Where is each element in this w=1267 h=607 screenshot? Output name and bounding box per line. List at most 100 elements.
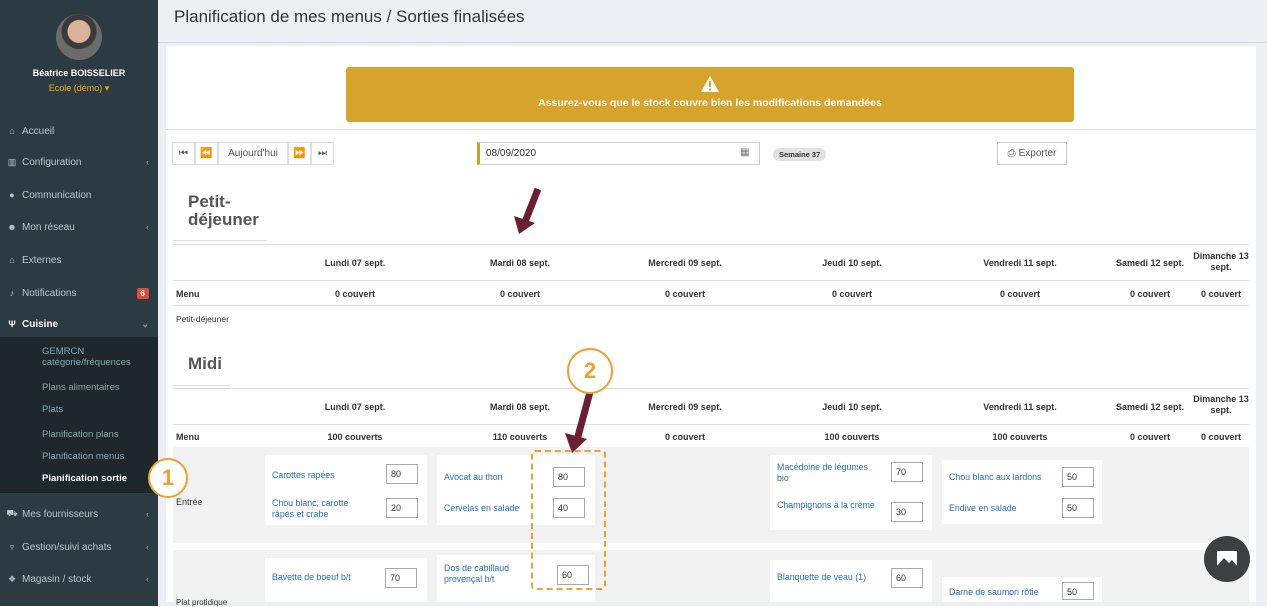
day-header-dimanche: Dimanche 13 sept.: [1193, 251, 1249, 272]
covers-mardi: 0 couvert: [499, 289, 541, 299]
today-button[interactable]: Aujourd'hui: [218, 142, 288, 165]
bank-icon: ▥: [7, 156, 17, 167]
dish-name[interactable]: Avocat au thon: [444, 472, 544, 483]
sidebar-item-accueil[interactable]: ⌂ Accueil: [0, 121, 158, 141]
entree-row-label: Entrée: [176, 497, 203, 507]
day-header-lundi: Lundi 07 sept.: [324, 258, 386, 268]
dish-name[interactable]: Chou blanc aux lardons: [949, 472, 1059, 483]
users-icon: ☻: [7, 222, 17, 232]
submenu-item-plans-alimentaires[interactable]: Plans alimentaires: [42, 382, 154, 393]
covers-lundi: 0 couvert: [334, 289, 376, 299]
submenu-item-planification-sortie[interactable]: Planification sortie: [42, 473, 154, 484]
day-header-vendredi: Vendredi 11 sept.: [983, 258, 1057, 268]
image-icon: [1217, 551, 1237, 566]
chevron-left-icon: ‹: [146, 222, 149, 232]
fast-forward-icon: ⏩: [293, 148, 306, 159]
sidebar-item-communication[interactable]: ● Communication: [0, 185, 158, 205]
dish-name[interactable]: Macédoine de légumes bio: [777, 462, 877, 484]
covers-dimanche: 0 couvert: [1200, 289, 1242, 299]
submenu-item-gemrcn[interactable]: GEMRCN catégorie/fréquences: [42, 346, 154, 368]
sidebar-item-magasin-stock[interactable]: ❖ Magasin / stock ‹: [0, 569, 158, 589]
lunch-section-title: Midi: [188, 354, 222, 373]
bell-icon: ♪: [9, 288, 15, 298]
submenu-item-plats[interactable]: Plats: [42, 404, 154, 415]
chat-icon: ●: [9, 190, 15, 200]
sidebar-item-label: Configuration: [22, 156, 82, 168]
covers-vendredi: 0 couvert: [999, 289, 1041, 299]
cart-icon: ▿: [9, 541, 15, 552]
quantity-field[interactable]: 30: [891, 502, 923, 522]
covers-jeudi: 100 couverts: [824, 432, 880, 442]
date-field[interactable]: 08/09/2020: [477, 142, 760, 165]
sidebar-item-mon-reseau[interactable]: ☻ Mon réseau ‹: [0, 217, 158, 237]
divider: [173, 240, 267, 241]
covers-jeudi: 0 couvert: [831, 289, 873, 299]
dish-name[interactable]: Chou blanc, carotte râpés et crabe: [272, 498, 372, 520]
sidebar-item-notifications[interactable]: ♪ Notifications 6: [0, 283, 158, 303]
dish-name[interactable]: Carottes rapées: [272, 470, 372, 481]
school-dropdown[interactable]: Ecole (démo) ▾: [0, 83, 158, 94]
first-week-button[interactable]: ⏮: [172, 142, 195, 165]
export-button[interactable]: ⎙ Exporter: [997, 142, 1067, 165]
covers-dimanche: 0 couvert: [1200, 432, 1242, 442]
day-header-jeudi: Jeudi 10 sept.: [822, 258, 882, 268]
calendar-icon[interactable]: ▦: [740, 147, 749, 158]
day-header-dimanche: Dimanche 13 sept.: [1193, 394, 1249, 415]
sidebar-item-configuration[interactable]: ▥ Configuration ‹: [0, 152, 158, 172]
callout-number: 2: [567, 348, 613, 394]
sidebar-item-label: Mon réseau: [22, 221, 75, 233]
chevron-left-icon: ‹: [146, 509, 149, 519]
avatar[interactable]: [56, 14, 102, 60]
chat-button[interactable]: [1204, 536, 1250, 582]
divider: [173, 385, 230, 386]
callout-number: 1: [148, 458, 188, 498]
dish-name[interactable]: Darne de saumon rôtie: [949, 587, 1061, 598]
menu-row-label: Menu: [176, 432, 200, 442]
sidebar-item-externes[interactable]: ⌂ Externes: [0, 250, 158, 270]
previous-week-button[interactable]: ⏪: [195, 142, 218, 165]
quantity-field[interactable]: 80: [386, 464, 418, 484]
dish-name[interactable]: Cervelas en salade: [444, 503, 544, 514]
submenu-item-planification-menus[interactable]: Planification menus: [42, 451, 154, 462]
sidebar: Béatrice BOISSELIER Ecole (démo) ▾ ⌂ Acc…: [0, 0, 158, 606]
day-header-vendredi: Vendredi 11 sept.: [983, 402, 1057, 412]
sidebar-item-label: Gestion/suivi achats: [22, 541, 112, 553]
day-header-samedi: Samedi 12 sept.: [1115, 402, 1185, 412]
quantity-field[interactable]: 70: [385, 568, 417, 588]
warning-icon: [701, 76, 719, 92]
home-icon: ⌂: [9, 255, 15, 265]
day-header-mercredi: Mercredi 09 sept.: [648, 258, 722, 268]
dish-name[interactable]: Blanquette de veau (1): [777, 572, 887, 583]
divider: [158, 42, 1267, 43]
dish-name[interactable]: Bavette de boeuf b/t: [272, 572, 382, 583]
highlight-box: [531, 450, 606, 590]
sidebar-item-gestion-achats[interactable]: ▿ Gestion/suivi achats ‹: [0, 537, 158, 557]
dish-name[interactable]: Dos de cabillaud provençal b/t: [444, 563, 544, 585]
quantity-field[interactable]: 70: [891, 462, 923, 482]
table-border: [173, 280, 1249, 281]
sidebar-item-label: Communication: [22, 189, 92, 201]
dish-name[interactable]: Champignons à la crème: [777, 500, 877, 511]
quantity-field[interactable]: 20: [386, 498, 418, 518]
breakfast-section-title: Petit-déjeuner: [188, 192, 259, 229]
last-week-button[interactable]: ⏭: [311, 142, 334, 165]
quantity-field[interactable]: 60: [891, 568, 923, 588]
covers-samedi: 0 couvert: [1129, 432, 1171, 442]
week-badge: Semaine 37: [773, 148, 827, 161]
table-border: [173, 244, 1249, 245]
file-export-icon: ⎙: [1007, 148, 1016, 159]
next-week-button[interactable]: ⏩: [288, 142, 311, 165]
breakfast-row-label: Petit-déjeuner: [176, 314, 229, 324]
sidebar-item-label: Mes fournisseurs: [22, 508, 99, 520]
sidebar-item-cuisine[interactable]: Ψ Cuisine ⌄: [0, 314, 158, 334]
quantity-field[interactable]: 50: [1062, 498, 1094, 518]
quantity-field[interactable]: 50: [1062, 467, 1094, 487]
submenu-item-planification-plans[interactable]: Planification plans: [42, 429, 154, 440]
stock-warning-banner: Assurez-vous que le stock couvre bien le…: [346, 67, 1074, 122]
sidebar-item-mes-fournisseurs[interactable]: ⛟ Mes fournisseurs ‹: [0, 504, 158, 524]
user-profile: Béatrice BOISSELIER Ecole (démo) ▾: [0, 0, 158, 115]
day-header-mercredi: Mercredi 09 sept.: [648, 402, 722, 412]
dish-name[interactable]: Endive en salade: [949, 503, 1059, 514]
sidebar-item-label: Externes: [22, 254, 62, 266]
quantity-field[interactable]: 50: [1062, 582, 1094, 600]
